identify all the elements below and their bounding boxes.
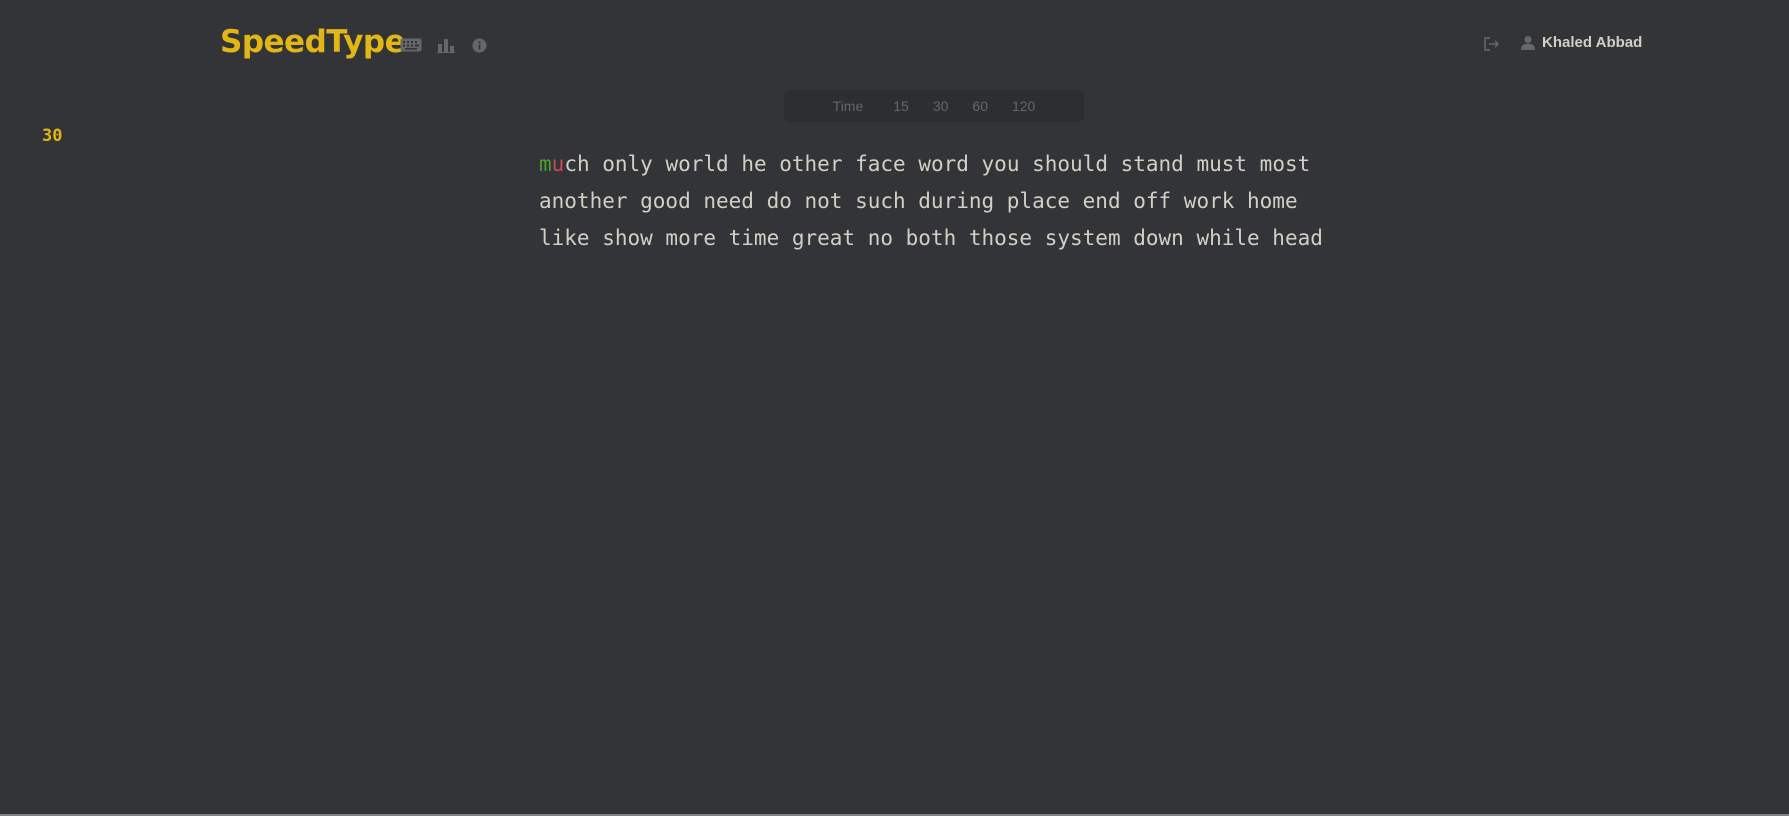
word-line-3: like show more time great no both those …	[539, 226, 1323, 250]
logout-icon[interactable]	[1483, 36, 1501, 56]
keyboard-icon[interactable]	[400, 36, 422, 54]
header: SpeedType Khaled Abbad	[0, 0, 1789, 90]
mode-selector: Time 15 30 60 120	[784, 90, 1084, 122]
info-icon[interactable]	[472, 36, 487, 54]
typed-correct-char: m	[539, 152, 552, 176]
user-icon	[1521, 35, 1535, 50]
user-name: Khaled Abbad	[1542, 34, 1643, 51]
time-option-15[interactable]: 15	[881, 98, 921, 114]
time-option-120[interactable]: 120	[1000, 98, 1047, 114]
time-option-30[interactable]: 30	[921, 98, 961, 114]
word-line-2: another good need do not such during pla…	[539, 189, 1298, 213]
time-option-60[interactable]: 60	[960, 98, 1000, 114]
user-profile[interactable]: Khaled Abbad	[1520, 34, 1642, 51]
typing-area[interactable]: much only world he other face word you s…	[539, 146, 1359, 257]
leaderboard-icon[interactable]	[437, 36, 455, 54]
countdown-timer: 30	[42, 126, 63, 146]
untyped-text: ch only world he other face word you sho…	[564, 152, 1311, 176]
word-line-1: much only world he other face word you s…	[539, 146, 1359, 183]
app-logo[interactable]: SpeedType	[220, 24, 406, 60]
typed-incorrect-char: u	[551, 152, 565, 176]
mode-time[interactable]: Time	[821, 98, 882, 114]
